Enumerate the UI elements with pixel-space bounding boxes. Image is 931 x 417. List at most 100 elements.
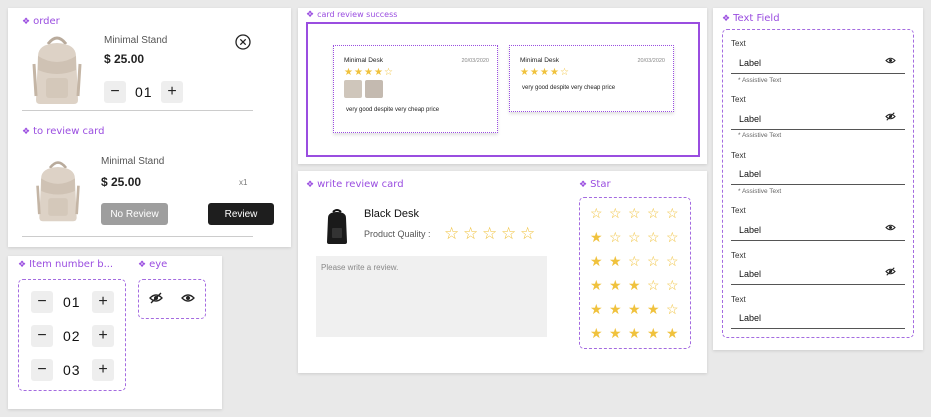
card-review-success-component-label: ❖ card review success	[306, 10, 398, 20]
star-filled-icon: ★	[590, 301, 603, 317]
decrement-button[interactable]: −	[31, 325, 53, 347]
star-outline-icon[interactable]: ☆	[520, 225, 535, 242]
star-outline-icon[interactable]: ☆	[463, 225, 478, 242]
eye-off-icon[interactable]	[885, 267, 896, 276]
eye-icon[interactable]	[181, 292, 195, 304]
text-field-value: Label	[739, 169, 762, 179]
star-outline-icon[interactable]: ☆	[482, 225, 497, 242]
text-field-value: Label	[739, 225, 762, 235]
backpack-image	[36, 161, 80, 222]
star-filled-icon: ★	[628, 325, 641, 341]
text-field-input[interactable]: Label	[731, 108, 905, 130]
order-panel: ❖ order Minimal Stand $ 25.00 − 01 + ❖ to …	[8, 8, 291, 247]
decrement-button[interactable]: −	[31, 359, 53, 381]
review-card-text: very good despite very cheap price	[522, 85, 616, 91]
text-field-input[interactable]: Label	[731, 263, 905, 285]
review-count: x1	[239, 178, 248, 187]
write-review-panel: ❖ write review card Black Desk Product Qu…	[298, 171, 707, 373]
increment-button[interactable]: +	[92, 359, 114, 381]
text-field-input[interactable]: Label	[731, 307, 905, 329]
product-quality-label: Product Quality :	[364, 229, 431, 239]
review-card-text: very good despite very cheap price	[346, 107, 440, 113]
item-number-value: 02	[63, 328, 81, 344]
star-filled-icon: ★	[590, 253, 603, 269]
star-filled-icon: ★	[354, 67, 363, 78]
backpack-image	[32, 36, 82, 104]
star-filled-icon: ★	[609, 325, 622, 341]
order-component-label: ❖ order	[22, 16, 60, 27]
item-number-panel: ❖ Item number b... ❖ eye − 01 + − 02 + − 0…	[8, 256, 222, 409]
text-field-caption: Text	[731, 95, 746, 104]
star-outline-icon: ☆	[666, 253, 679, 269]
review-textarea[interactable]: Please write a review.	[316, 256, 547, 337]
star-outline-icon: ☆	[609, 229, 622, 245]
divider	[22, 110, 253, 111]
star-outline-icon: ☆	[560, 67, 569, 78]
star-filled-icon: ★	[374, 67, 383, 78]
item-number-value: 01	[63, 294, 81, 310]
eye-icon[interactable]	[885, 56, 896, 65]
review-card: Minimal Desk 20/03/2020 ★ ★ ★ ★ ☆ very g…	[509, 45, 674, 112]
star-outline-icon[interactable]: ☆	[501, 225, 516, 242]
eye-off-icon[interactable]	[885, 112, 896, 121]
write-review-product: Black Desk	[364, 208, 420, 220]
star-filled-icon: ★	[550, 67, 559, 78]
text-field-caption: Text	[731, 295, 746, 304]
text-field-helper: * Assistive Text	[738, 132, 782, 139]
star-filled-icon: ★	[590, 229, 603, 245]
to-review-card-component-label: ❖ to review card	[22, 126, 105, 137]
order-price: $ 25.00	[104, 52, 145, 66]
star-outline-icon: ☆	[666, 205, 679, 221]
star-outline-icon: ☆	[384, 67, 393, 78]
star-outline-icon: ☆	[647, 253, 660, 269]
star-outline-icon: ☆	[666, 277, 679, 293]
text-field-caption: Text	[731, 151, 746, 160]
star-outline-icon: ☆	[666, 229, 679, 245]
star-filled-icon: ★	[647, 325, 660, 341]
review-button[interactable]: Review	[208, 203, 274, 225]
star-filled-icon: ★	[628, 301, 641, 317]
star-filled-icon: ★	[364, 67, 373, 78]
increment-button[interactable]: +	[161, 81, 183, 103]
text-field-panel: ❖ Text Field Text Label * Assistive Text …	[713, 8, 923, 350]
text-field-value: Label	[739, 58, 762, 68]
star-outline-icon: ☆	[666, 301, 679, 317]
text-field-caption: Text	[731, 251, 746, 260]
text-field-input[interactable]: Label	[731, 163, 905, 185]
star-outline-icon: ☆	[609, 205, 622, 221]
write-review-card-component-label: ❖ write review card	[306, 179, 404, 190]
star-filled-icon: ★	[628, 277, 641, 293]
increment-button[interactable]: +	[92, 325, 114, 347]
review-price: $ 25.00	[101, 175, 142, 189]
star-filled-icon: ★	[609, 301, 622, 317]
star-filled-icon: ★	[609, 253, 622, 269]
star-filled-icon: ★	[540, 67, 549, 78]
order-product-name: Minimal Stand	[104, 35, 168, 46]
increment-button[interactable]: +	[92, 291, 114, 313]
review-card-date: 20/03/2020	[637, 58, 665, 64]
eye-component-label: ❖ eye	[138, 259, 168, 270]
divider	[22, 236, 253, 237]
star-filled-icon: ★	[647, 301, 660, 317]
decrement-button[interactable]: −	[31, 291, 53, 313]
review-card-date: 20/03/2020	[461, 58, 489, 64]
star-component-label: ❖ Star	[579, 179, 611, 190]
star-outline-icon: ☆	[628, 205, 641, 221]
star-outline-icon[interactable]: ☆	[444, 225, 459, 242]
decrement-button[interactable]: −	[104, 81, 126, 103]
review-photo	[344, 80, 362, 98]
eye-icon[interactable]	[885, 223, 896, 232]
text-field-input[interactable]: Label	[731, 219, 905, 241]
no-review-button[interactable]: No Review	[101, 203, 168, 225]
eye-off-icon[interactable]	[149, 292, 163, 304]
text-field-helper: * Assistive Text	[738, 77, 782, 84]
star-outline-icon: ☆	[647, 229, 660, 245]
close-circle-icon[interactable]	[235, 34, 251, 50]
star-filled-icon: ★	[666, 325, 679, 341]
star-filled-icon: ★	[530, 67, 539, 78]
text-field-input[interactable]: Label	[731, 52, 905, 74]
text-field-value: Label	[739, 313, 762, 323]
text-field-value: Label	[739, 114, 762, 124]
text-field-caption: Text	[731, 206, 746, 215]
review-card-product: Minimal Desk	[520, 57, 560, 64]
